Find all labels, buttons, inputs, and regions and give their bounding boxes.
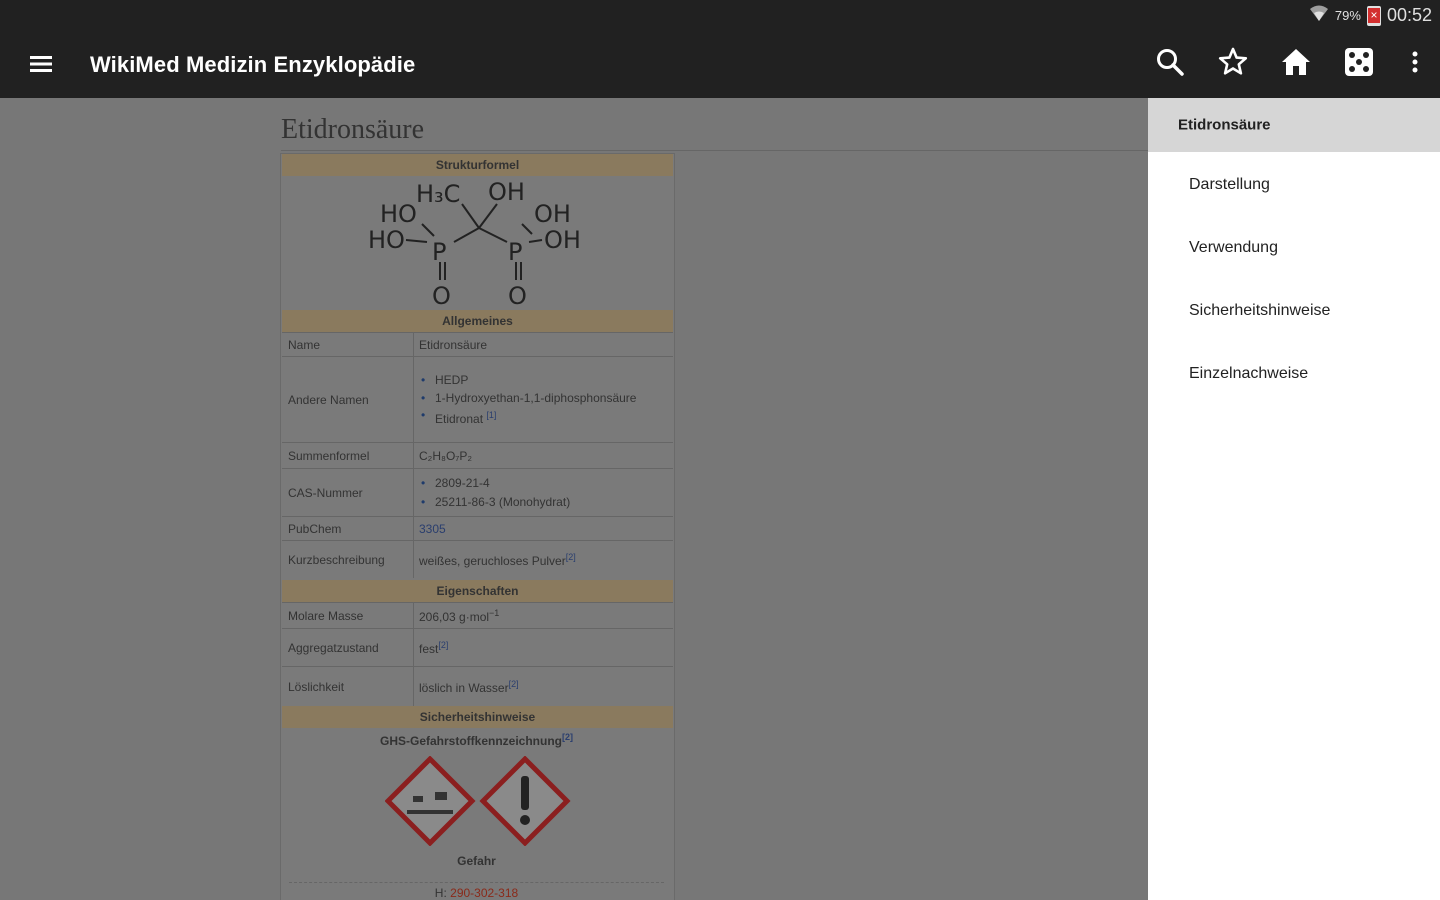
toc-item-sicherheitshinweise[interactable]: Sicherheitshinweise <box>1148 284 1440 338</box>
list-item: HEDP <box>413 371 663 390</box>
h-statements-link[interactable]: 290-302-318 <box>450 886 518 900</box>
action-bar <box>1138 30 1440 98</box>
hamburger-menu-icon[interactable] <box>24 48 58 80</box>
atom-ho-top: HO <box>380 200 417 228</box>
toc-item-verwendung[interactable]: Verwendung <box>1148 221 1440 275</box>
infobox: Strukturformel H₃C OH HO OH HO P P OH O … <box>280 153 675 900</box>
atom-o-left: O <box>432 282 451 308</box>
more-vert-icon <box>1411 50 1419 79</box>
status-icons: 79% 00:52 <box>1309 4 1432 27</box>
atom-oh-right-top: OH <box>534 200 571 228</box>
status-bar: 79% 00:52 <box>0 0 1440 30</box>
wifi-icon <box>1309 4 1329 27</box>
atom-oh-top: OH <box>488 178 525 206</box>
toc-item-einzelnachweise[interactable]: Einzelnachweise <box>1148 347 1440 401</box>
corrosive-icon <box>385 756 476 846</box>
infobox-row-cas: CAS-Nummer 2809-21-4 25211-86-3 (Monohyd… <box>282 468 673 516</box>
list-item: Etidronat [1] <box>413 406 663 429</box>
ghs-label: GHS-Gefahrstoffkennzeichnung[2] <box>379 732 573 748</box>
infobox-header-structure: Strukturformel <box>282 154 673 176</box>
signal-word: Gefahr <box>457 854 496 868</box>
reference-link[interactable]: [2] <box>562 732 573 742</box>
reference-link[interactable]: [2] <box>438 640 448 650</box>
title-divider <box>281 150 1148 151</box>
structural-formula: H₃C OH HO OH HO P P OH O O <box>368 178 581 308</box>
list-item: 25211-86-3 (Monohydrat) <box>413 493 570 512</box>
battery-percent: 79% <box>1334 8 1361 23</box>
ghs-pictograms <box>385 756 571 846</box>
app-title: WikiMed Medizin Enzyklopädie <box>90 52 416 77</box>
pubchem-link[interactable]: 3305 <box>419 522 446 536</box>
infobox-row-other-names: Andere Namen HEDP 1-Hydroxyethan-1,1-dip… <box>282 356 673 442</box>
reference-link[interactable]: [1] <box>486 410 496 420</box>
home-icon <box>1280 47 1312 82</box>
battery-icon <box>1366 5 1381 26</box>
dice-icon <box>1344 47 1374 82</box>
cas-list: 2809-21-4 25211-86-3 (Monohydrat) <box>413 474 570 512</box>
exclamation-icon <box>479 756 571 846</box>
toc-drawer: Etidronsäure Darstellung Verwendung Sich… <box>1148 98 1440 900</box>
list-item: 1-Hydroxyethan-1,1-diphosphonsäure <box>413 390 663 406</box>
infobox-header-general: Allgemeines <box>282 310 673 332</box>
atom-p-left: P <box>432 238 446 266</box>
infobox-row-state: Aggregatzustand fest[2] <box>282 628 673 666</box>
infobox-row-name: Name Etidronsäure <box>282 332 673 356</box>
infobox-header-safety: Sicherheitshinweise <box>282 706 673 728</box>
atom-o-right: O <box>508 282 527 308</box>
infobox-row-description: Kurzbeschreibung weißes, geruchloses Pul… <box>282 540 673 578</box>
dashed-divider <box>289 882 664 883</box>
list-item: 2809-21-4 <box>413 474 570 493</box>
overflow-menu-button[interactable] <box>1390 30 1440 98</box>
clock: 00:52 <box>1386 5 1432 25</box>
reference-link[interactable]: [2] <box>509 679 519 689</box>
infobox-row-molar-mass: Molare Masse 206,03 g·mol−1 <box>282 602 673 628</box>
reference-link[interactable]: [2] <box>566 552 576 562</box>
atom-oh-right: OH <box>544 226 581 254</box>
infobox-row-pubchem: PubChem 3305 <box>282 516 673 540</box>
search-icon <box>1155 47 1185 82</box>
article-content[interactable]: Etidronsäure Strukturformel H₃C OH HO OH… <box>0 98 1148 900</box>
home-button[interactable] <box>1264 30 1327 98</box>
atom-h3c: H₃C <box>416 180 460 208</box>
article-title: Etidronsäure <box>281 114 425 145</box>
app-bar: WikiMed Medizin Enzyklopädie <box>0 30 1440 98</box>
search-button[interactable] <box>1138 30 1201 98</box>
infobox-row-formula: Summenformel C₂H₈O₇P₂ <box>282 442 673 468</box>
random-article-button[interactable] <box>1327 30 1390 98</box>
infobox-header-properties: Eigenschaften <box>282 580 673 602</box>
atom-ho-left: HO <box>368 226 405 254</box>
other-names-list: HEDP 1-Hydroxyethan-1,1-diphosphonsäure … <box>413 371 663 429</box>
infobox-row-solubility: Löslichkeit löslich in Wasser[2] <box>282 666 673 706</box>
bookmark-button[interactable] <box>1201 30 1264 98</box>
star-icon <box>1218 47 1248 82</box>
atom-p-right: P <box>508 238 522 266</box>
h-statements: H: 290-302-318 <box>434 886 519 900</box>
toc-item-etidronsaeure[interactable]: Etidronsäure <box>1148 98 1440 152</box>
toc-item-darstellung[interactable]: Darstellung <box>1148 158 1440 212</box>
